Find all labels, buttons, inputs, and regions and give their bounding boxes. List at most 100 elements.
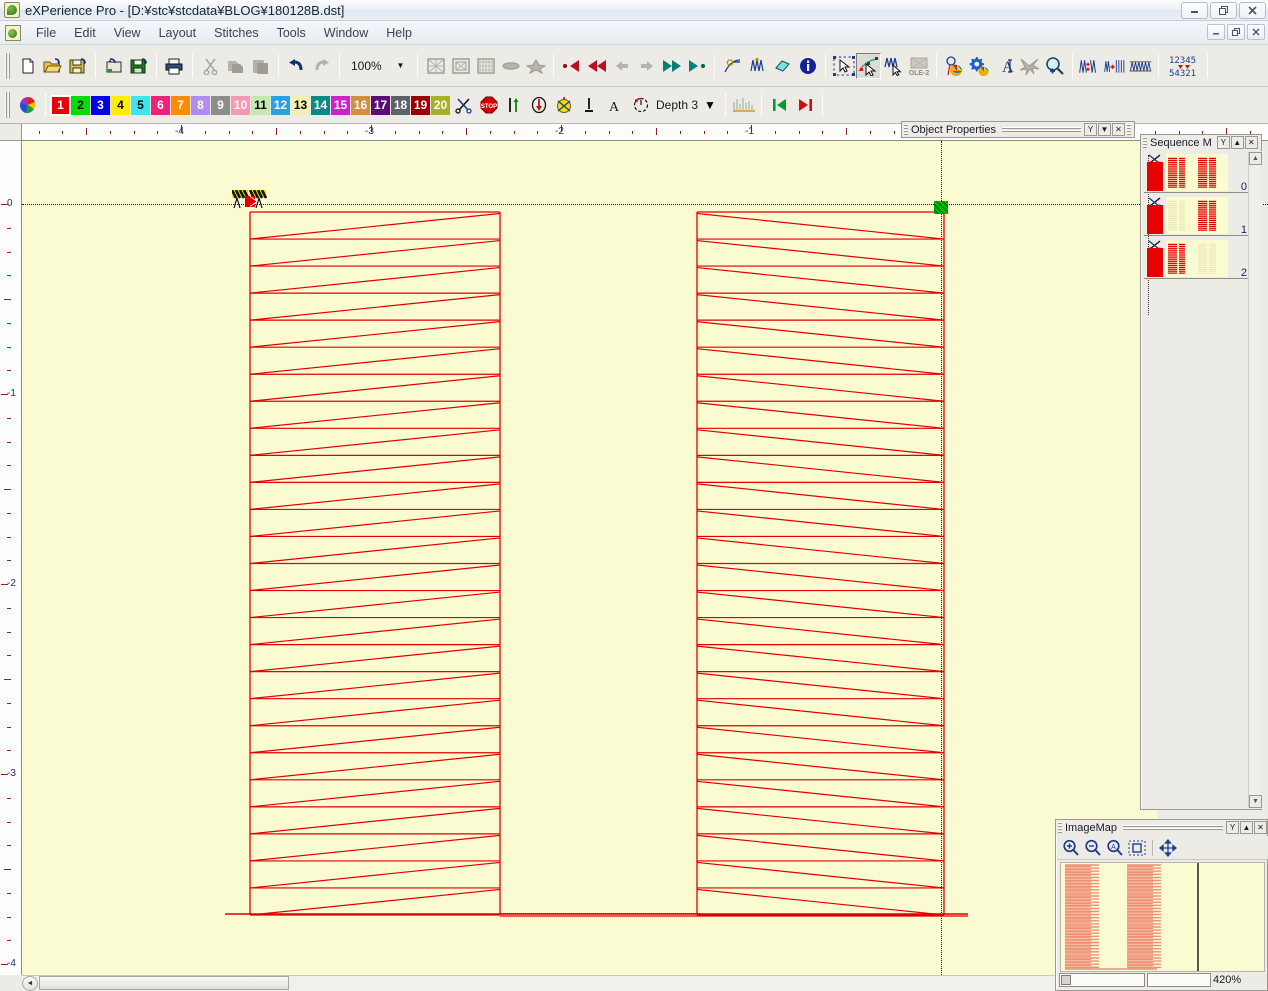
- select-arrow-dashed-icon[interactable]: [831, 53, 856, 79]
- step-last-icon[interactable]: [684, 53, 709, 79]
- color-swatch-15[interactable]: 15: [331, 95, 350, 115]
- stitch-baseline-icon[interactable]: [1128, 53, 1153, 79]
- star-gray-icon[interactable]: [523, 53, 548, 79]
- color-wheel-icon[interactable]: [15, 92, 40, 118]
- copy-icon[interactable]: [223, 53, 248, 79]
- color-swatch-1[interactable]: 1: [50, 94, 71, 116]
- sequence-manager-titlebar[interactable]: Sequence M Y ▲ ✕: [1141, 135, 1261, 150]
- color-swatch-9[interactable]: 9: [211, 95, 230, 115]
- needle-up-icon[interactable]: [501, 92, 526, 118]
- color-swatch-8[interactable]: 8: [191, 95, 210, 115]
- imagemap-slider-left[interactable]: [1059, 973, 1145, 987]
- hatch-fill-box-icon[interactable]: [448, 53, 473, 79]
- menu-stitches[interactable]: Stitches: [205, 23, 267, 43]
- letter-A-icon[interactable]: A: [601, 92, 626, 118]
- menu-edit[interactable]: Edit: [65, 23, 105, 43]
- sequence-item[interactable]: 0: [1144, 153, 1248, 193]
- goto-start-green-icon[interactable]: [767, 92, 792, 118]
- color-swatch-7[interactable]: 7: [171, 95, 190, 115]
- paste-icon[interactable]: [248, 53, 273, 79]
- color-swatch-11[interactable]: 11: [251, 95, 270, 115]
- panel-collapse-button[interactable]: ▲: [1240, 821, 1253, 834]
- stop-sign-icon[interactable]: STOP: [476, 92, 501, 118]
- color-swatch-3[interactable]: 3: [91, 95, 110, 115]
- sequence-item[interactable]: 1: [1144, 196, 1248, 236]
- goto-end-red-icon[interactable]: [792, 92, 817, 118]
- pan-move-icon[interactable]: [1158, 838, 1178, 858]
- step-first-icon[interactable]: [559, 53, 584, 79]
- magnifier-all-icon[interactable]: A: [1105, 838, 1125, 858]
- sequence-item[interactable]: 2: [1144, 239, 1248, 279]
- color-swatch-10[interactable]: 10: [231, 95, 250, 115]
- horizontal-scroll-thumb[interactable]: [39, 976, 289, 990]
- new-document-icon[interactable]: [15, 53, 40, 79]
- hatch-fill-dense-icon[interactable]: [473, 53, 498, 79]
- undo-arrow-icon[interactable]: [284, 53, 309, 79]
- panel-pin-button[interactable]: Y: [1084, 123, 1097, 136]
- magnifier-plus-icon[interactable]: [1042, 53, 1067, 79]
- depth-chevron-down-icon[interactable]: ▼: [704, 98, 720, 112]
- scissors-icon[interactable]: [198, 53, 223, 79]
- scroll-left-arrow-icon[interactable]: ◄: [22, 976, 38, 991]
- object-properties-titlebar[interactable]: Object Properties Y ▼ ✕: [902, 122, 1134, 137]
- slider-thumb[interactable]: [1061, 975, 1071, 985]
- horizontal-scrollbar[interactable]: ◄: [22, 975, 1055, 991]
- panel-collapse-button[interactable]: ▼: [1098, 123, 1111, 136]
- menu-file[interactable]: File: [27, 23, 65, 43]
- zigzag-arrow-icon[interactable]: [881, 53, 906, 79]
- color-swatch-4[interactable]: 4: [111, 95, 130, 115]
- color-swatch-2[interactable]: 2: [71, 95, 90, 115]
- node-point-icon[interactable]: [720, 53, 745, 79]
- panel-collapse-button[interactable]: ▲: [1230, 136, 1244, 149]
- panel-grip-right[interactable]: [1127, 124, 1131, 135]
- depth-dial-icon[interactable]: [628, 92, 653, 118]
- imagemap-slider-right[interactable]: [1147, 973, 1211, 987]
- color-swatch-13[interactable]: 13: [291, 95, 310, 115]
- minimize-button[interactable]: [1181, 2, 1208, 19]
- color-swatch-17[interactable]: 17: [371, 95, 390, 115]
- panel-close-button[interactable]: ✕: [1112, 123, 1125, 136]
- close-button[interactable]: [1239, 2, 1266, 19]
- mdi-minimize-button[interactable]: [1207, 24, 1225, 40]
- save-disk-icon[interactable]: [65, 53, 90, 79]
- color-toolbar-grip[interactable]: [4, 92, 11, 118]
- menu-layout[interactable]: Layout: [150, 23, 206, 43]
- scroll-down-arrow-icon[interactable]: ▼: [1249, 795, 1262, 808]
- object-properties-panel[interactable]: Object Properties Y ▼ ✕: [901, 121, 1135, 138]
- needle-icon[interactable]: [576, 92, 601, 118]
- color-swatch-12[interactable]: 12: [271, 95, 290, 115]
- rewind-icon[interactable]: [584, 53, 609, 79]
- mdi-close-button[interactable]: [1247, 24, 1265, 40]
- imagemap-titlebar[interactable]: ImageMap Y ▲ ✕: [1056, 820, 1267, 835]
- reorder-numbers-icon[interactable]: 12345 54321: [1164, 53, 1202, 79]
- panel-grip[interactable]: [904, 124, 908, 135]
- needle-down-circle-icon[interactable]: [526, 92, 551, 118]
- color-swatch-18[interactable]: 18: [391, 95, 410, 115]
- restore-button[interactable]: [1210, 2, 1237, 19]
- color-swatch-6[interactable]: 6: [151, 95, 170, 115]
- color-swatch-20[interactable]: 20: [431, 95, 450, 115]
- ole2-object-icon[interactable]: OLE-2: [906, 53, 931, 79]
- color-swatch-16[interactable]: 16: [351, 95, 370, 115]
- panel-pin-button[interactable]: Y: [1216, 136, 1230, 149]
- zoom-level-value[interactable]: 100%: [348, 55, 392, 76]
- stitch-wave-icon[interactable]: [745, 53, 770, 79]
- redo-arrow-icon[interactable]: [309, 53, 334, 79]
- sequence-manager-panel[interactable]: Sequence M Y ▲ ✕ 0 1 2 ▲ ▼: [1140, 134, 1262, 810]
- panel-close-button[interactable]: ✕: [1244, 136, 1258, 149]
- fastforward-icon[interactable]: [659, 53, 684, 79]
- color-swatch-14[interactable]: 14: [311, 95, 330, 115]
- scissors-blue-icon[interactable]: [451, 92, 476, 118]
- next-arrow-icon[interactable]: [634, 53, 659, 79]
- imagemap-panel[interactable]: ImageMap Y ▲ ✕ A 420%: [1055, 819, 1268, 991]
- open-folder-icon[interactable]: [40, 53, 65, 79]
- depth-control[interactable]: Depth 3 ▼: [628, 94, 720, 116]
- ellipse-gray-icon[interactable]: [498, 53, 523, 79]
- panel-grip[interactable]: [1058, 822, 1062, 833]
- import-disk-icon[interactable]: [101, 53, 126, 79]
- text-A-icon[interactable]: A: [992, 53, 1017, 79]
- stitch-add-icon[interactable]: [1103, 53, 1128, 79]
- panel-grip[interactable]: [1143, 137, 1147, 148]
- color-palette-pin-icon[interactable]: [942, 53, 967, 79]
- info-circle-icon[interactable]: [795, 53, 820, 79]
